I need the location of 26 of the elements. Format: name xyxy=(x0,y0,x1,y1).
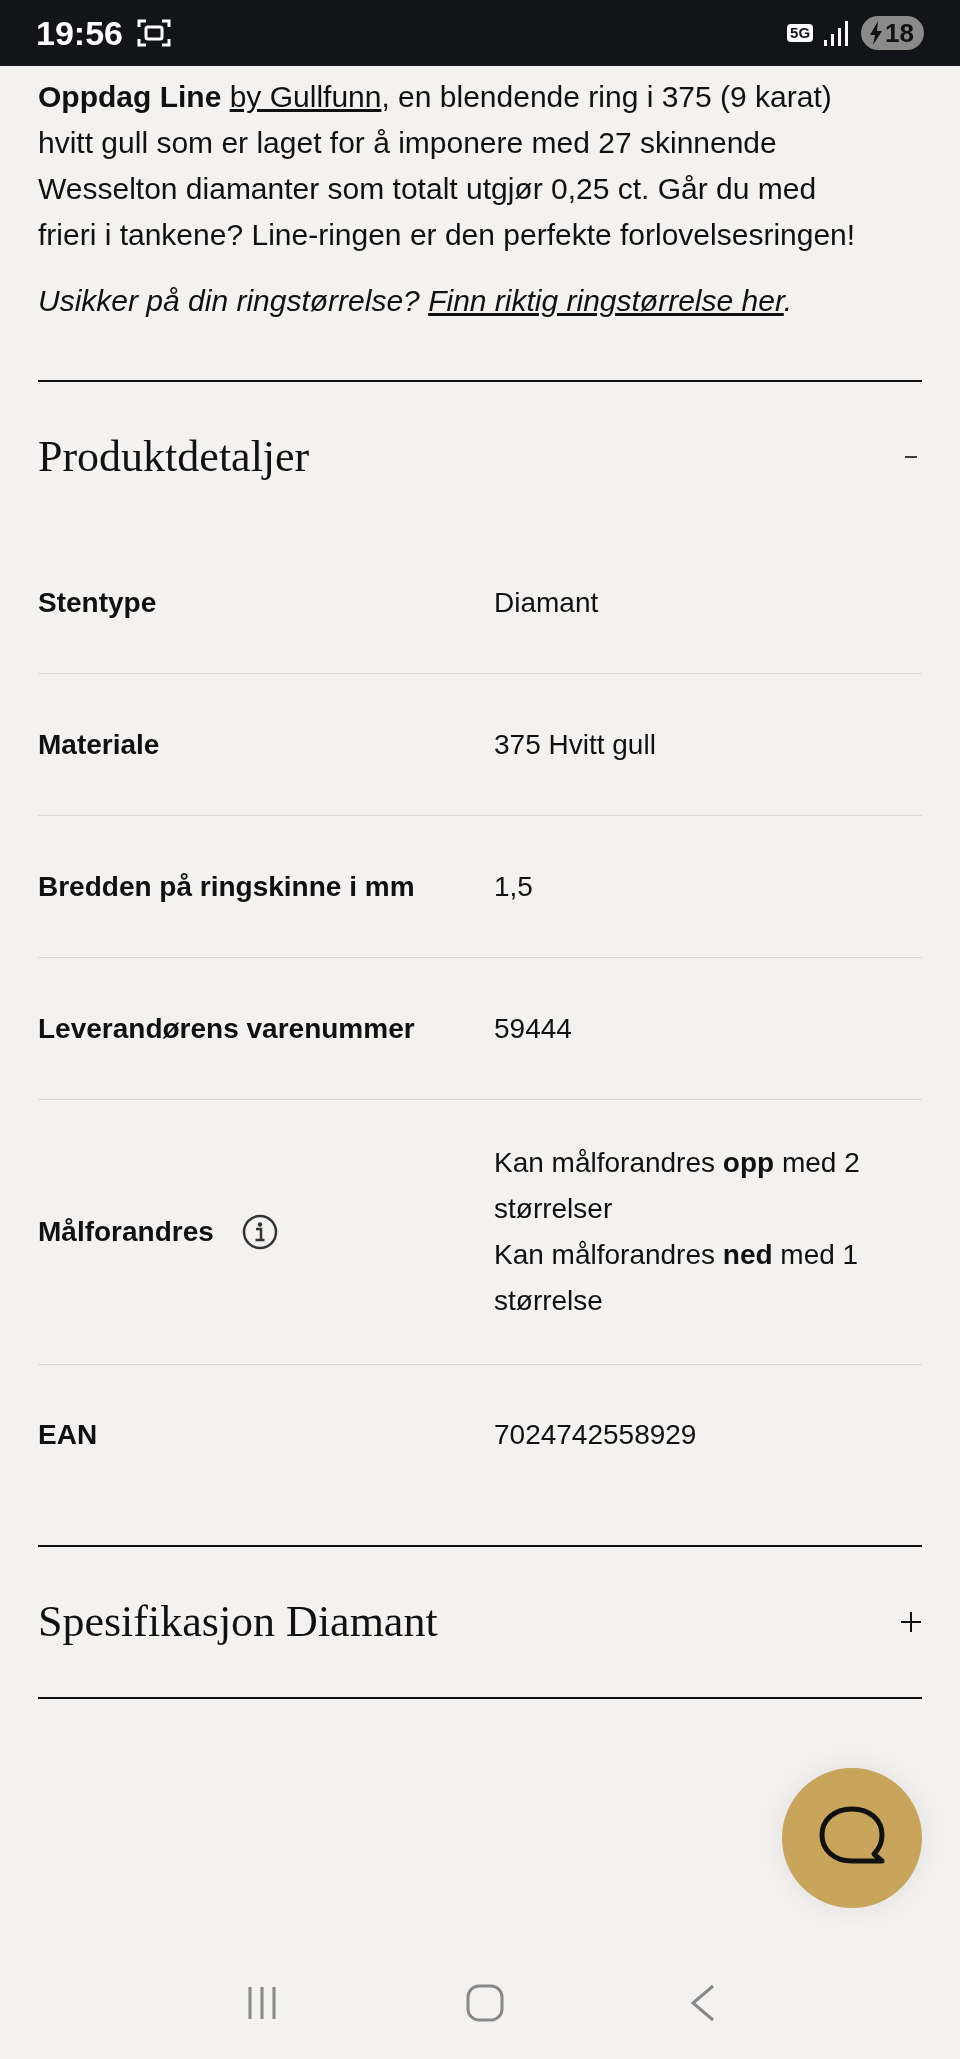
detail-value: 1,5 xyxy=(494,869,534,904)
detail-value: 375 Hvitt gull xyxy=(494,727,657,762)
detail-label: EAN xyxy=(38,1418,98,1452)
info-icon[interactable] xyxy=(241,1214,278,1250)
detail-label: Målforandres xyxy=(38,1215,214,1249)
clock-time: 19:56 xyxy=(36,12,123,54)
detail-value: 59444 xyxy=(494,1011,573,1046)
expand-icon[interactable] xyxy=(900,1611,922,1633)
detail-label: Bredden på ringskinne i mm xyxy=(38,869,415,904)
size-hint-text: Usikker på din ringstørrelse? Finn riktig ringstørrelse her. xyxy=(38,283,794,319)
charging-icon xyxy=(869,21,884,45)
detail-label: Leverandørens varenummer xyxy=(38,1011,415,1046)
detail-label: Stentype xyxy=(38,585,157,620)
home-icon[interactable] xyxy=(465,1982,505,2023)
screenshot-icon xyxy=(136,18,171,48)
text-link[interactable]: by Gullfunn xyxy=(229,80,382,113)
battery-level: 18 xyxy=(885,17,914,50)
detail-value: 7024742558929 xyxy=(494,1418,698,1452)
section-title[interactable]: Produktdetaljer xyxy=(38,424,310,490)
text-link[interactable]: Finn riktig ringstørrelse her xyxy=(428,284,784,317)
section-title[interactable]: Spesifikasjon Diamant xyxy=(38,1589,438,1655)
product-description: Oppdag Line by Gullfunn, en blendende ring i 375 (9 karat) hvitt gull som er laget for å imponere med 27 skinnende Wesselton diamanter som totalt utgjør 0,25 ct. Går du med frieri i tankene? Line-ringen er den perfekte forlovelsesringen! xyxy=(38,79,857,253)
network-type: 5G xyxy=(787,24,814,42)
detail-value: Diamant xyxy=(494,585,600,620)
detail-value: Kan målforandres ned med 1 størrelse xyxy=(494,1238,860,1318)
detail-label: Materiale xyxy=(38,727,160,762)
